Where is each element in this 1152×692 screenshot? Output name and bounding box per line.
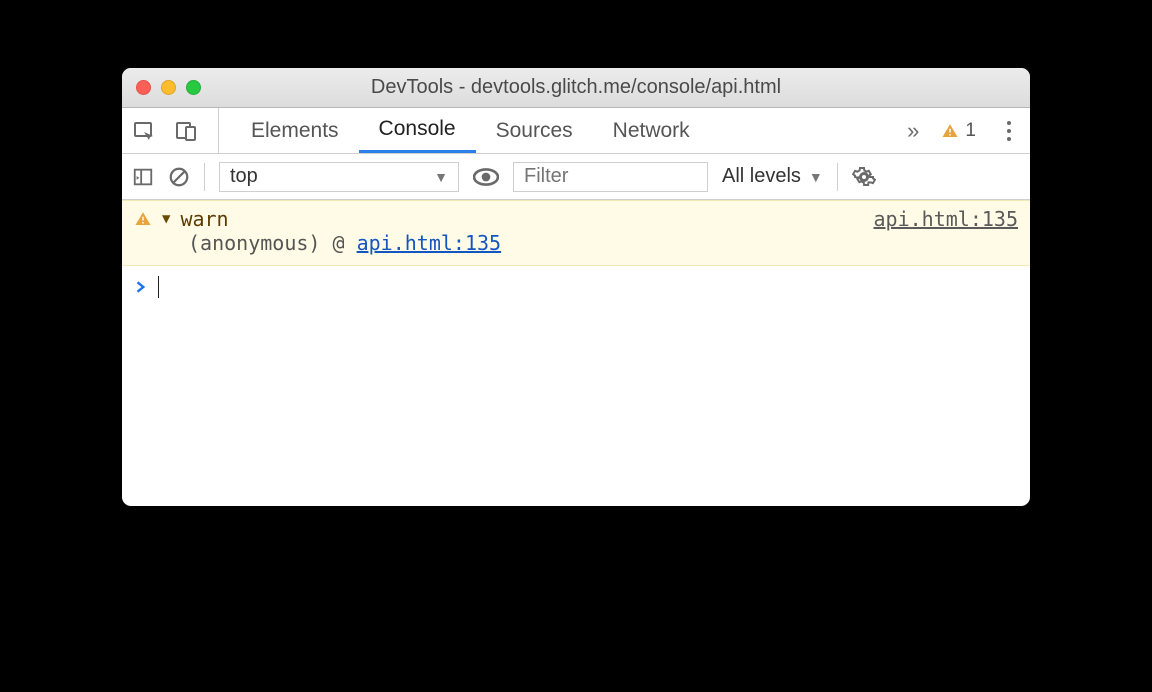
chevron-down-icon: ▼ [434, 169, 448, 185]
tab-label: Network [613, 119, 690, 143]
clear-console-icon[interactable] [168, 166, 190, 188]
minimize-window-button[interactable] [161, 80, 176, 95]
devtools-window: DevTools - devtools.glitch.me/console/ap… [122, 68, 1030, 506]
warning-icon [941, 122, 959, 140]
filter-input[interactable] [513, 162, 708, 192]
at-symbol: @ [333, 231, 345, 255]
execution-context-select[interactable]: top ▼ [219, 162, 459, 192]
more-options-icon[interactable] [998, 121, 1020, 141]
close-window-button[interactable] [136, 80, 151, 95]
tabs-row: Elements Console Sources Network » 1 [122, 108, 1030, 154]
tab-label: Sources [496, 119, 573, 143]
tab-sources[interactable]: Sources [476, 108, 593, 153]
levels-label: All levels [722, 165, 801, 188]
console-warning-message: ▼ warn api.html:135 (anonymous) @ api.ht… [122, 200, 1030, 266]
tab-network[interactable]: Network [593, 108, 710, 153]
message-source-link[interactable]: api.html:135 [874, 207, 1019, 231]
console-toolbar: top ▼ All levels ▼ [122, 154, 1030, 200]
console-output: ▼ warn api.html:135 (anonymous) @ api.ht… [122, 200, 1030, 506]
warnings-count: 1 [965, 120, 976, 142]
tab-label: Elements [251, 119, 339, 143]
chevron-down-icon: ▼ [809, 169, 823, 185]
log-levels-select[interactable]: All levels ▼ [722, 165, 823, 188]
window-title: DevTools - devtools.glitch.me/console/ap… [122, 76, 1030, 99]
tabs-overflow-icon[interactable]: » [907, 118, 919, 144]
inspect-element-icon[interactable] [132, 119, 156, 143]
console-prompt[interactable] [122, 266, 1030, 308]
disclosure-triangle-icon[interactable]: ▼ [162, 211, 170, 227]
traffic-lights [136, 80, 201, 95]
live-expression-icon[interactable] [473, 164, 499, 190]
separator [204, 163, 205, 191]
context-value: top [230, 165, 258, 188]
warnings-badge[interactable]: 1 [941, 120, 976, 142]
stack-frame-anon: (anonymous) [188, 231, 320, 255]
tab-label: Console [379, 117, 456, 141]
prompt-chevron-icon [134, 278, 148, 296]
tab-elements[interactable]: Elements [231, 108, 359, 153]
input-caret [158, 276, 159, 298]
show-console-sidebar-icon[interactable] [132, 166, 154, 188]
warning-label: warn [180, 207, 228, 231]
warning-icon [134, 210, 152, 228]
tab-console[interactable]: Console [359, 108, 476, 153]
zoom-window-button[interactable] [186, 80, 201, 95]
console-settings-icon[interactable] [852, 165, 876, 189]
stack-frame-link[interactable]: api.html:135 [357, 231, 502, 255]
device-toolbar-icon[interactable] [174, 119, 198, 143]
titlebar: DevTools - devtools.glitch.me/console/ap… [122, 68, 1030, 108]
separator [837, 163, 838, 191]
